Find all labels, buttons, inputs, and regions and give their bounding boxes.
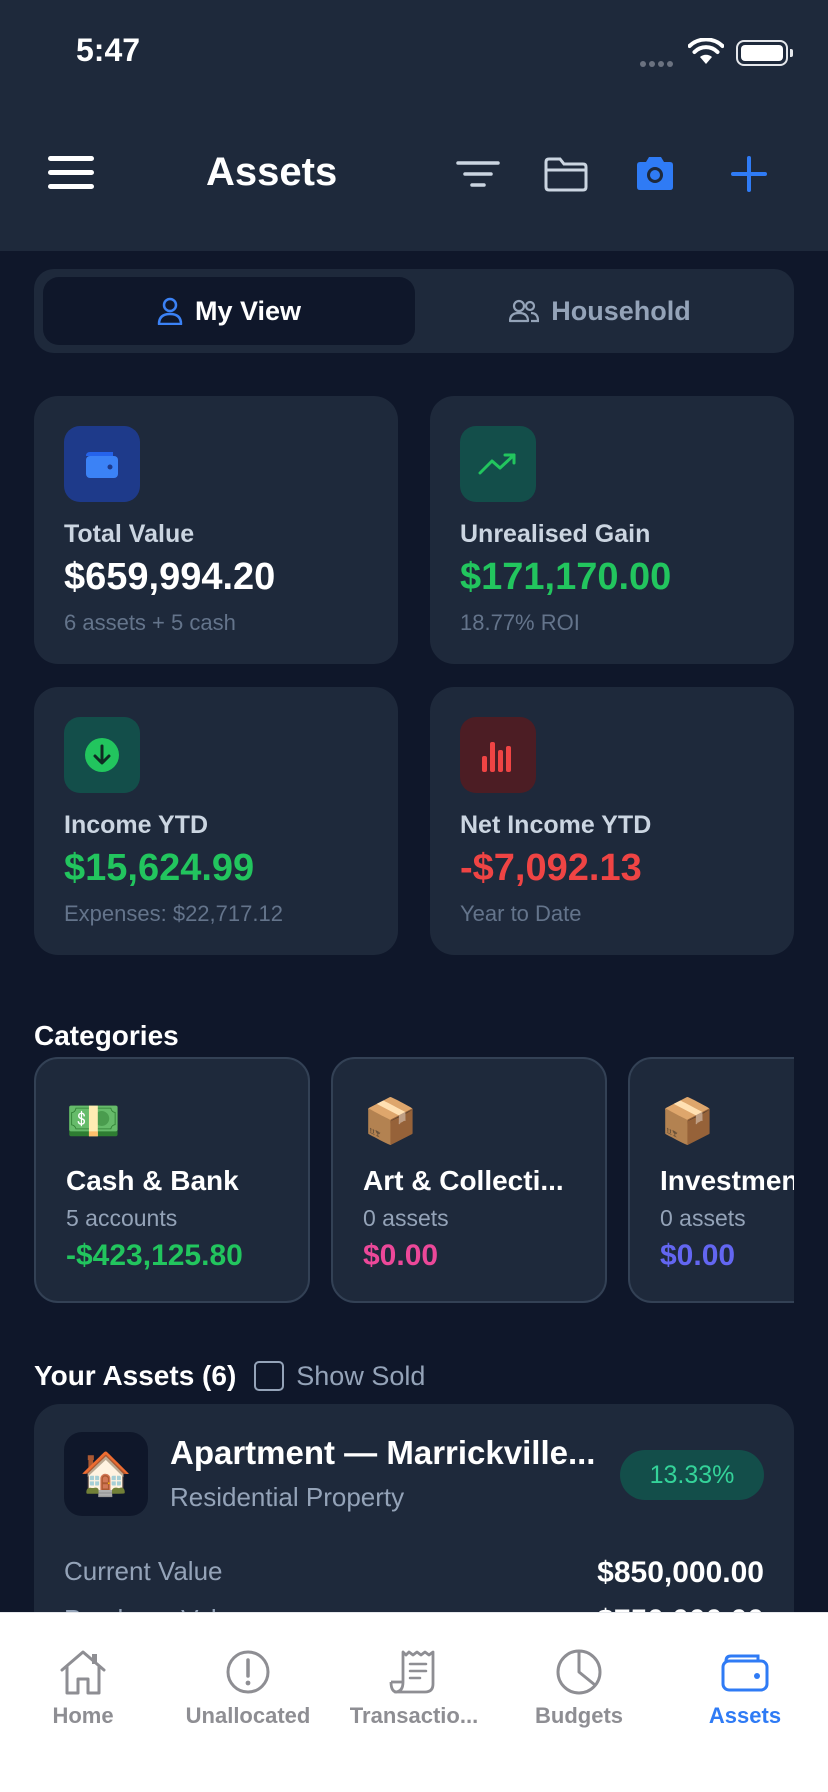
wallet-icon — [64, 426, 140, 502]
pie-chart-icon — [555, 1647, 603, 1697]
my-view-label: My View — [194, 295, 302, 326]
home-icon — [58, 1647, 108, 1697]
stat-subtext: Year to Date — [460, 901, 582, 926]
current-value-label: Current Value — [64, 1556, 223, 1586]
category-count: 5 accounts — [66, 1205, 178, 1231]
nav-bar: Assets — [0, 130, 828, 220]
battery-icon — [736, 40, 793, 66]
my-view-tab[interactable]: My View — [43, 277, 415, 345]
household-tab[interactable]: Household — [414, 277, 786, 345]
page-title: Assets — [206, 150, 338, 194]
users-icon — [509, 299, 540, 323]
unrealised-gain-card[interactable]: Unrealised Gain $171,170.00 18.77% ROI — [430, 396, 794, 664]
category-name: Cash & Bank — [66, 1165, 239, 1196]
status-time: 5:47 — [76, 32, 141, 68]
stat-subtext: 6 assets + 5 cash — [64, 610, 236, 635]
current-value-row: Current Value $850,000.00 — [64, 1556, 764, 1590]
tab-assets[interactable]: Assets — [662, 1613, 828, 1733]
category-name: Art & Collecti... — [363, 1165, 564, 1196]
package-icon: 📦 — [363, 1097, 418, 1146]
show-sold-label[interactable]: Show Sold — [296, 1361, 425, 1392]
tab-transactions[interactable]: Transactio... — [331, 1613, 497, 1733]
category-value: -$423,125.80 — [66, 1239, 243, 1272]
bar-chart-icon — [460, 717, 536, 793]
gain-badge: 13.33% — [620, 1450, 764, 1500]
camera-icon[interactable] — [631, 152, 679, 196]
household-label: Household — [551, 295, 691, 326]
receipt-icon — [389, 1647, 439, 1697]
categories-scroller[interactable]: 💵 Cash & Bank 5 accounts -$423,125.80 📦 … — [34, 1050, 794, 1310]
category-count: 0 assets — [363, 1205, 449, 1231]
tab-budgets[interactable]: Budgets — [496, 1613, 662, 1733]
cash-icon: 💵 — [66, 1097, 121, 1146]
categories-title: Categories — [34, 1020, 179, 1051]
income-ytd-card[interactable]: Income YTD $15,624.99 Expenses: $22,717.… — [34, 687, 398, 955]
assets-header: Your Assets (6) Show Sold — [34, 1356, 425, 1396]
tab-bar: Home Unallocated Transactio... Budgets A… — [0, 1612, 828, 1792]
category-card-art-collectibles[interactable]: 📦 Art & Collecti... 0 assets $0.00 — [331, 1057, 607, 1303]
tab-label: Home — [52, 1703, 114, 1728]
current-value: $850,000.00 — [597, 1556, 764, 1589]
category-value: $0.00 — [363, 1239, 439, 1272]
arrow-down-circle-icon — [64, 717, 140, 793]
tab-unallocated[interactable]: Unallocated — [165, 1613, 331, 1733]
view-toggle: My View Household — [34, 269, 794, 353]
user-icon — [157, 297, 183, 325]
tab-label: Budgets — [535, 1703, 623, 1728]
show-sold-checkbox[interactable] — [254, 1361, 285, 1391]
stat-value: $659,994.20 — [64, 556, 276, 598]
tab-home[interactable]: Home — [0, 1613, 166, 1733]
stat-label: Income YTD — [64, 811, 209, 839]
trending-up-icon — [460, 426, 536, 502]
asset-name: Apartment — Marrickville... — [170, 1434, 596, 1471]
folder-icon[interactable] — [542, 152, 590, 196]
add-icon[interactable] — [725, 152, 773, 196]
stat-label: Total Value — [64, 520, 195, 548]
signal-icon — [640, 54, 680, 67]
category-card-investments[interactable]: 📦 Investmen 0 assets $0.00 — [628, 1057, 794, 1303]
stat-subtext: Expenses: $22,717.12 — [64, 901, 283, 926]
stat-label: Net Income YTD — [460, 811, 652, 839]
status-bar: 5:47 — [0, 0, 828, 100]
net-income-ytd-card[interactable]: Net Income YTD -$7,092.13 Year to Date — [430, 687, 794, 955]
filter-icon[interactable] — [454, 152, 502, 196]
alert-circle-icon — [225, 1647, 271, 1697]
category-card-cash-bank[interactable]: 💵 Cash & Bank 5 accounts -$423,125.80 — [34, 1057, 310, 1303]
stat-value: $15,624.99 — [64, 847, 255, 889]
category-name: Investmen — [660, 1165, 794, 1196]
tab-label: Unallocated — [185, 1703, 311, 1728]
house-icon: 🏠 — [64, 1432, 148, 1516]
category-count: 0 assets — [660, 1205, 746, 1231]
category-value: $0.00 — [660, 1239, 736, 1272]
stat-subtext: 18.77% ROI — [460, 610, 580, 635]
asset-type: Residential Property — [170, 1482, 405, 1512]
tab-label: Assets — [708, 1703, 782, 1728]
total-value-card[interactable]: Total Value $659,994.20 6 assets + 5 cas… — [34, 396, 398, 664]
assets-title: Your Assets (6) — [34, 1360, 237, 1391]
menu-icon[interactable] — [48, 156, 94, 190]
package-icon: 📦 — [660, 1097, 715, 1146]
wifi-icon — [687, 37, 725, 71]
stat-value: -$7,092.13 — [460, 847, 642, 889]
stat-label: Unrealised Gain — [460, 520, 651, 548]
wallet-icon — [720, 1647, 770, 1697]
tab-label: Transactio... — [349, 1703, 479, 1728]
stat-value: $171,170.00 — [460, 556, 672, 598]
